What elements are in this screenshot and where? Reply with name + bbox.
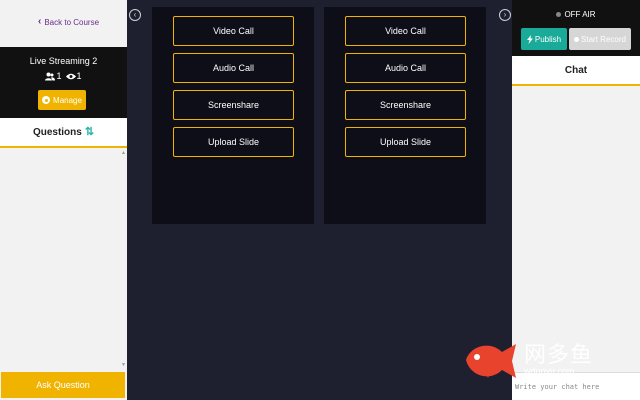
left-sidebar: ‹ Back to Course Live Streaming 2 1 1 Ma… (0, 0, 127, 400)
questions-header: Questions ⇅ (0, 118, 127, 148)
media-panel-2: Video Call Audio Call Screenshare Upload… (324, 7, 486, 224)
start-record-button[interactable]: Start Record (569, 28, 631, 50)
session-title: Live Streaming 2 (29, 56, 98, 66)
video-call-button[interactable]: Video Call (173, 16, 294, 46)
broadcast-controls: OFF AIR Publish Start Record (512, 0, 640, 56)
upload-slide-button[interactable]: Upload Slide (345, 127, 466, 157)
gear-icon (42, 96, 51, 104)
start-record-label: Start Record (581, 34, 626, 44)
video-call-button[interactable]: Video Call (345, 16, 466, 46)
participants-stat: 1 (45, 71, 62, 81)
user-icon (45, 72, 56, 80)
publish-label: Publish (534, 34, 562, 44)
scroll-down-arrow-icon[interactable]: ▼ (121, 362, 126, 368)
screenshare-button[interactable]: Screenshare (345, 90, 466, 120)
chat-header: Chat (512, 56, 640, 86)
ask-question-button[interactable]: Ask Question (1, 372, 125, 398)
sort-icon[interactable]: ⇅ (85, 126, 94, 138)
audio-call-button[interactable]: Audio Call (173, 53, 294, 83)
questions-list[interactable]: ▲ ▼ (0, 148, 127, 370)
chat-title: Chat (564, 64, 588, 76)
viewers-count: 1 (76, 71, 82, 81)
viewers-stat: 1 (65, 71, 82, 81)
right-sidebar: OFF AIR Publish Start Record Chat (512, 0, 640, 400)
collapse-left-icon[interactable]: ‹ (129, 9, 141, 21)
media-panel-1: Video Call Audio Call Screenshare Upload… (152, 7, 314, 224)
questions-title: Questions (32, 126, 82, 138)
chat-input[interactable] (512, 372, 640, 400)
back-area: ‹ Back to Course (0, 0, 127, 47)
publish-button[interactable]: Publish (521, 28, 567, 50)
session-stats: 1 1 (0, 71, 127, 81)
audio-call-button[interactable]: Audio Call (345, 53, 466, 83)
manage-label: Manage (53, 95, 82, 105)
chevron-left-icon: ‹ (38, 16, 42, 27)
scroll-up-arrow-icon[interactable]: ▲ (121, 150, 126, 156)
back-to-course-label: Back to Course (44, 17, 100, 27)
eye-icon (65, 73, 76, 79)
back-to-course-link[interactable]: ‹ Back to Course (38, 17, 99, 27)
record-status-dot-icon (556, 12, 562, 17)
participants-count: 1 (56, 71, 62, 81)
bolt-icon (526, 34, 533, 44)
chat-messages[interactable] (512, 86, 640, 372)
fish-logo (466, 344, 516, 378)
air-status: OFF AIR (512, 10, 640, 19)
screenshare-button[interactable]: Screenshare (173, 90, 294, 120)
manage-button[interactable]: Manage (38, 90, 86, 110)
air-status-label: OFF AIR (564, 10, 596, 19)
collapse-right-icon[interactable]: › (499, 9, 511, 21)
upload-slide-button[interactable]: Upload Slide (173, 127, 294, 157)
session-info: Live Streaming 2 1 1 Manage (0, 47, 127, 118)
record-icon (574, 36, 580, 42)
